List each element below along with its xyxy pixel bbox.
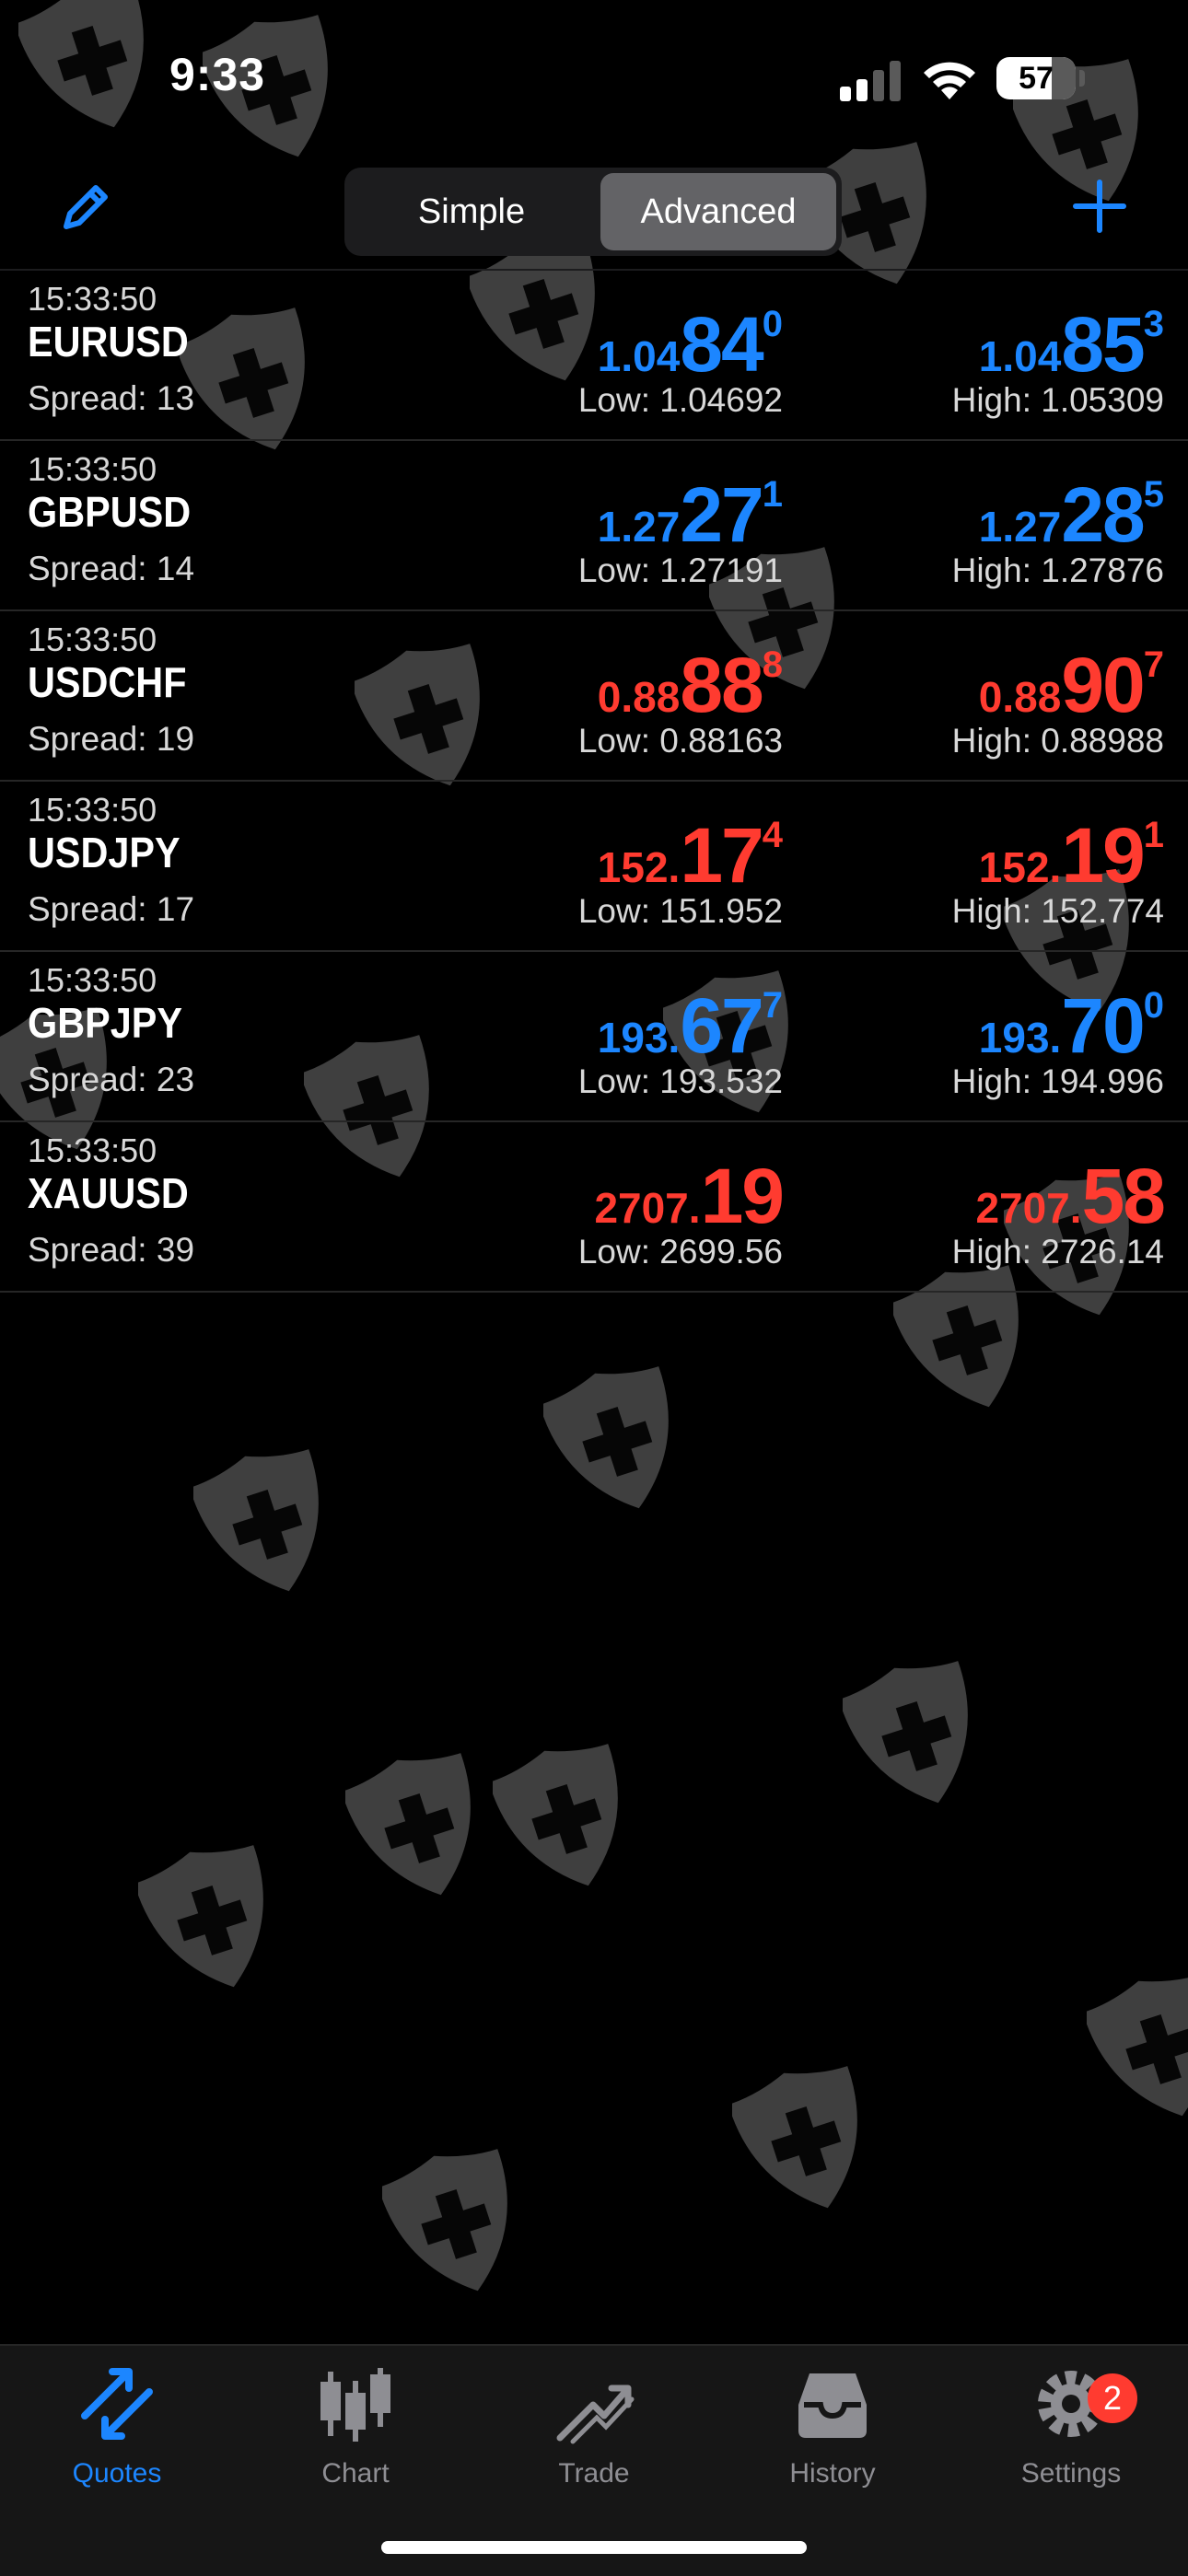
tab-chart[interactable]: Chart — [263, 2362, 448, 2501]
cellular-signal-icon — [840, 61, 901, 101]
home-indicator — [381, 2541, 807, 2554]
low-price: Low: 2699.56 — [577, 1233, 783, 1271]
high-price: High: 194.996 — [951, 1062, 1164, 1100]
wifi-icon — [924, 62, 975, 99]
high-price: High: 1.05309 — [951, 381, 1164, 419]
watermark-shield-icon — [378, 2145, 530, 2302]
quote-spread: Spread: 17 — [28, 890, 195, 928]
ask-price: 0.88907 — [978, 642, 1164, 728]
quotes-list: 15:33:50 EURUSD Spread: 13 1.04840 1.04853 Lo… — [0, 271, 1188, 1293]
segment-advanced[interactable]: Advanced — [600, 173, 836, 250]
quote-time: 15:33:50 — [28, 280, 157, 318]
tab-label: Quotes — [72, 2458, 162, 2489]
low-price: Low: 1.27191 — [577, 551, 783, 589]
watermark-shield-icon — [189, 1445, 341, 1602]
top-bar: Simple Advanced — [0, 157, 1188, 267]
quote-time: 15:33:50 — [28, 1131, 157, 1169]
high-price: High: 152.774 — [951, 892, 1164, 930]
edit-pencil-icon[interactable] — [57, 177, 116, 236]
watermark-shield-icon — [341, 1749, 493, 1906]
quote-row-usdjpy[interactable]: 15:33:50 USDJPY Spread: 17 152.174 152.191 Lo… — [0, 782, 1188, 952]
bid-price: 1.27271 — [597, 471, 783, 558]
quote-row-eurusd[interactable]: 15:33:50 EURUSD Spread: 13 1.04840 1.04853 Lo… — [0, 271, 1188, 441]
quote-spread: Spread: 39 — [28, 1231, 195, 1269]
tab-label: Trade — [558, 2458, 630, 2489]
segment-simple[interactable]: Simple — [352, 173, 591, 250]
quote-symbol: EURUSD — [28, 318, 189, 366]
quote-symbol: USDJPY — [28, 829, 181, 876]
battery-icon: 57 — [996, 57, 1085, 101]
tab-label: Chart — [321, 2458, 390, 2489]
notification-badge: 2 — [1088, 2373, 1137, 2423]
ask-price: 1.04853 — [978, 301, 1164, 388]
tab-label: Settings — [1020, 2458, 1122, 2489]
bid-price: 2707.19 — [594, 1153, 785, 1239]
bid-price: 152.174 — [597, 812, 783, 899]
watermark-shield-icon — [539, 1363, 691, 1519]
quote-row-usdchf[interactable]: 15:33:50 USDCHF Spread: 19 0.88888 0.88907 Lo… — [0, 611, 1188, 782]
low-price: Low: 151.952 — [577, 892, 783, 930]
watermark-shield-icon — [134, 1841, 285, 1998]
history-icon — [798, 2373, 867, 2438]
battery-level: 57 — [1019, 61, 1054, 96]
tab-trade[interactable]: Trade — [502, 2362, 686, 2501]
quote-time: 15:33:50 — [28, 450, 157, 488]
bid-price: 1.04840 — [597, 301, 783, 388]
high-price: High: 2726.14 — [951, 1233, 1164, 1271]
watermark-shield-icon — [838, 1657, 990, 1814]
high-price: High: 0.88988 — [951, 722, 1164, 760]
tab-history[interactable]: History — [740, 2362, 925, 2501]
quote-spread: Spread: 19 — [28, 720, 195, 758]
watermark-shield-icon — [488, 1740, 640, 1897]
ask-price: 1.27285 — [978, 471, 1164, 558]
quote-row-gbpjpy[interactable]: 15:33:50 GBPJPY Spread: 23 193.677 193.700 Lo… — [0, 952, 1188, 1122]
quote-spread: Spread: 13 — [28, 379, 195, 417]
trade-icon — [556, 2385, 635, 2444]
quote-symbol: XAUUSD — [28, 1169, 189, 1217]
tab-label: History — [789, 2458, 876, 2489]
ask-price: 152.191 — [978, 812, 1164, 899]
quote-time: 15:33:50 — [28, 791, 157, 829]
low-price: Low: 0.88163 — [577, 722, 783, 760]
quote-time: 15:33:50 — [28, 961, 157, 999]
watermark-shield-icon — [728, 2062, 879, 2219]
quote-symbol: USDCHF — [28, 658, 187, 706]
quote-row-xauusd[interactable]: 15:33:50 XAUUSD Spread: 39 2707.19 2707.58 Lo… — [0, 1122, 1188, 1293]
add-symbol-icon[interactable] — [1070, 177, 1129, 236]
bid-price: 193.677 — [597, 982, 783, 1069]
view-mode-segmented-control: Simple Advanced — [344, 168, 842, 256]
quote-symbol: GBPUSD — [28, 488, 192, 536]
status-bar: 9:33 57 — [0, 0, 1188, 138]
status-time: 9:33 — [169, 49, 266, 100]
tab-quotes[interactable]: Quotes — [25, 2362, 209, 2501]
ask-price: 193.700 — [978, 982, 1164, 1069]
chart-icon — [320, 2368, 390, 2442]
low-price: Low: 193.532 — [577, 1062, 783, 1100]
low-price: Low: 1.04692 — [577, 381, 783, 419]
quotes-icon — [81, 2368, 153, 2440]
bid-price: 0.88888 — [597, 642, 783, 728]
quote-spread: Spread: 23 — [28, 1061, 195, 1098]
quote-symbol: GBPJPY — [28, 999, 182, 1047]
ask-price: 2707.58 — [975, 1153, 1166, 1239]
high-price: High: 1.27876 — [951, 551, 1164, 589]
tab-settings[interactable]: Settings 2 — [979, 2362, 1163, 2501]
quote-spread: Spread: 14 — [28, 550, 195, 587]
watermark-shield-icon — [1082, 1970, 1188, 2127]
quote-row-gbpusd[interactable]: 15:33:50 GBPUSD Spread: 14 1.27271 1.27285 Lo… — [0, 441, 1188, 611]
quote-time: 15:33:50 — [28, 621, 157, 658]
